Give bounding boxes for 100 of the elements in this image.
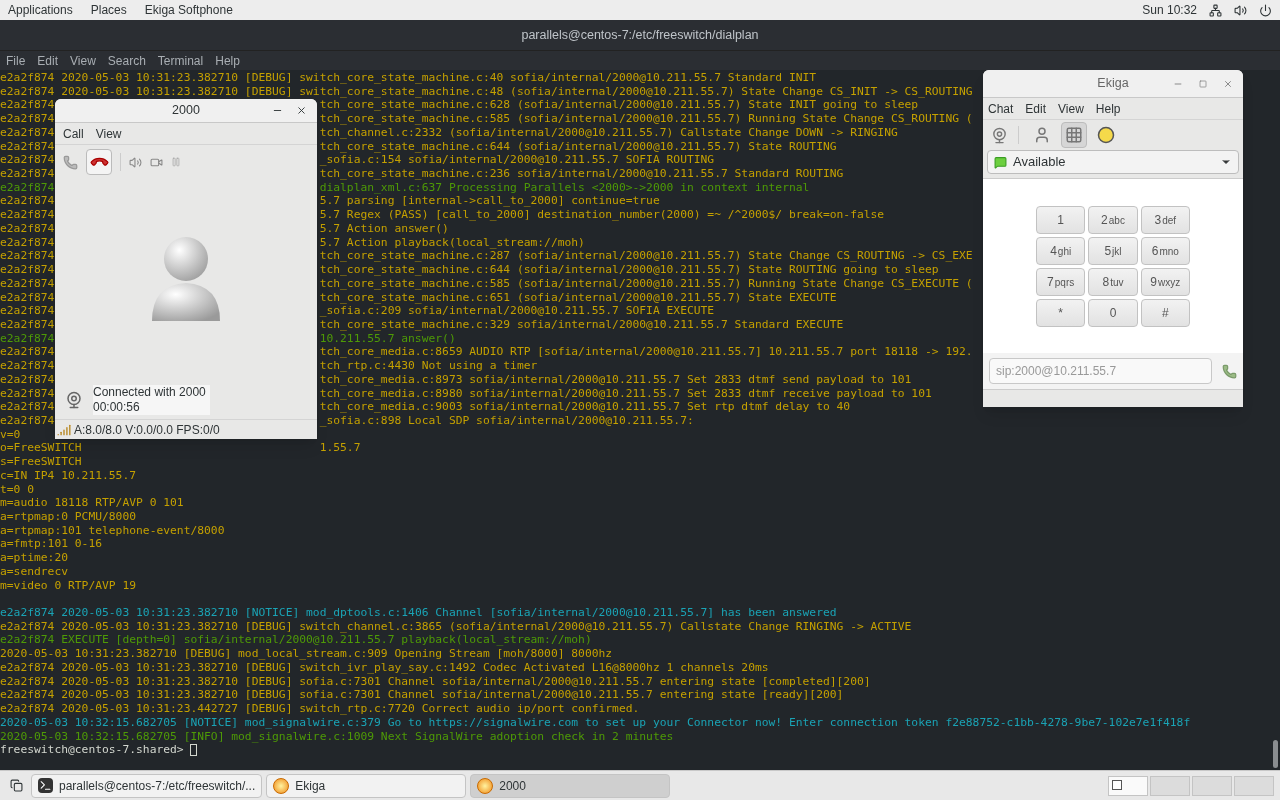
top-menu[interactable]: Places [90, 1, 127, 19]
log-text: _sofia.c:209 sofia/internal/2000@10.211.55.7 SOFIA EXECUTE [319, 304, 715, 318]
close-icon[interactable] [296, 105, 307, 116]
menu-item[interactable]: View [1058, 99, 1084, 118]
menu-item[interactable]: View [70, 51, 96, 70]
log-text: e2a2f874 [0, 413, 55, 427]
log-text: e2a2f874 [0, 112, 55, 126]
keypad-key[interactable]: 6mno [1140, 236, 1190, 265]
show-desktop-icon[interactable] [10, 779, 23, 792]
log-text: e2a2f874 2020-05-03 10:31:23.382710 [DEBUG] switch_ivr_play_say.c:1492 Codec Activated L16@8000hz 1 channels 20ms [0, 660, 769, 674]
log-text: e2a2f874 2020-05-03 10:31:23.382710 [DEBUG] switch_core_state_machine.c:48 (sofia/internal/2000@10.211.55.7) State Change CS_INIT -> CS_ROUTING [0, 84, 973, 98]
terminal-icon [38, 778, 53, 793]
keypad-key[interactable]: 2abc [1088, 205, 1138, 234]
phone-icon[interactable] [63, 154, 78, 170]
log-text: e2a2f874 2020-05-03 10:31:23.382710 [DEBUG] switch_core_state_machine.c:40 sofia/internal/2000@10.211.55.7 Standard INIT [0, 71, 817, 84]
log-text: dialplan_xml.c:637 Processing Parallels <2000>->2000 in context internal [319, 180, 810, 195]
keypad-key[interactable]: 7pqrs [1036, 267, 1086, 296]
keypad-key[interactable]: # [1140, 298, 1190, 327]
hang-up-button[interactable] [86, 149, 112, 175]
scrollbar-thumb[interactable] [1273, 740, 1278, 768]
menu-item[interactable]: Chat [988, 99, 1014, 118]
presence-dropdown[interactable]: Available [987, 150, 1239, 174]
log-text: e2a2f874 [0, 263, 55, 277]
clock-text[interactable]: Sun 10:32 [1142, 1, 1197, 19]
call-icon[interactable] [1222, 363, 1237, 379]
log-text: tch_core_state_machine.c:651 (sofia/internal/2000@10.211.55.7) State EXECUTE [319, 290, 837, 305]
menu-item[interactable]: Edit [1025, 99, 1047, 118]
keypad-key[interactable]: 3def [1140, 205, 1190, 234]
log-text: a=rtpmap:0 PCMU/8000 [0, 510, 137, 523]
keypad-key[interactable]: 5jkl [1088, 236, 1138, 265]
window-title: 2000 [172, 102, 200, 120]
log-text: e2a2f874 [0, 98, 55, 112]
status-text: Connected with 2000 [93, 385, 206, 400]
workspace-thumbnail[interactable] [1108, 775, 1148, 796]
menu-item[interactable]: Search [107, 51, 146, 70]
log-text: e2a2f874 EXECUTE [depth=0] sofia/internal/2000@10.211.55.7 playback(local_stream://moh) [0, 633, 592, 647]
ekiga-logo-icon [477, 777, 494, 794]
log-text: tch_core_media.c:8659 AUDIO RTP [sofia/internal/2000@10.211.55.7] 10.211.55.7 port 18118 -> 192. [319, 345, 973, 360]
log-text: 1.55.7 [319, 441, 361, 456]
keypad-key[interactable]: 8tuv [1088, 267, 1138, 296]
log-text: v=0 [0, 427, 21, 441]
log-text: e2a2f874 [0, 221, 55, 235]
log-text: m=audio 18118 RTP/AVP 0 101 [0, 496, 184, 510]
log-text: e2a2f874 [0, 194, 55, 208]
log-text: 2020-05-03 10:32:15.682705 [INFO] mod_signalwire.c:1009 Next SignalWire adoption check in 2 minutes [0, 729, 674, 743]
log-text: e2a2f874 [0, 208, 55, 222]
keypad-key[interactable]: 1 [1036, 205, 1086, 234]
menu-item[interactable]: Help [215, 51, 240, 70]
chat-bubble-icon [994, 155, 1007, 169]
workspace-thumbnail[interactable] [1234, 775, 1274, 796]
text-cursor [190, 744, 198, 757]
network-icon[interactable] [1209, 3, 1222, 17]
log-text: o=FreeSWITCH [0, 441, 82, 455]
log-text: e2a2f874 2020-05-03 10:31:23.382710 [DEBUG] sofia.c:7301 Channel sofia/internal/2000@10.211.55.7 entering state [completed][200] [0, 674, 871, 688]
speaker-icon[interactable] [129, 155, 142, 169]
log-text: e2a2f874 2020-05-03 10:31:23.382710 [NOTICE] mod_dptools.c:1406 Channel [sofia/internal/2000@10.211.55.7] has been answered [0, 606, 837, 620]
volume-icon[interactable] [1234, 3, 1247, 17]
log-text: tch_core_media.c:8980 sofia/internal/2000@10.211.55.7 Set 2833 dtmf receive payload to 101 [319, 386, 932, 401]
top-menu[interactable]: Applications [8, 1, 73, 19]
menu-item[interactable]: View [95, 124, 122, 143]
menu-item[interactable]: Edit [37, 51, 59, 70]
log-text: 5.7 Action playback(local_stream://moh) [319, 235, 585, 250]
log-text: c=IN IP4 10.211.55.7 [0, 468, 137, 482]
keypad-key[interactable]: 0 [1088, 298, 1138, 327]
view-toggle[interactable] [1061, 122, 1087, 148]
menu-item[interactable]: Help [1095, 99, 1121, 118]
webcam-icon [65, 391, 83, 409]
workspace-thumbnail[interactable] [1192, 775, 1232, 796]
power-icon[interactable] [1259, 3, 1272, 17]
keypad-key[interactable]: 4ghi [1036, 236, 1086, 265]
webcam-icon[interactable] [991, 126, 1008, 144]
log-text: tch_core_media.c:9003 sofia/internal/2000@10.211.55.7 Set rtp dtmf delay to 40 [319, 400, 851, 414]
log-text: tch_core_state_machine.c:585 (sofia/internal/2000@10.211.55.7) Running State Change CS_ROUTING ( [319, 112, 973, 126]
menu-item[interactable]: Call [63, 124, 84, 143]
window-title: parallels@centos-7:/etc/freeswitch/dialplan [521, 26, 759, 44]
log-text: a=fmtp:101 0-16 [0, 537, 103, 551]
keypad-key[interactable]: * [1036, 298, 1086, 327]
log-text: e2a2f874 [0, 400, 55, 414]
log-text: e2a2f874 [0, 139, 55, 153]
taskbar-button[interactable]: 2000 [470, 773, 671, 798]
menu-item[interactable]: File [6, 51, 26, 70]
top-menu[interactable]: Ekiga Softphone [144, 1, 233, 19]
log-text: tch_core_state_machine.c:644 (sofia/internal/2000@10.211.55.7) State ROUTING going to sleep [319, 263, 939, 277]
log-text: e2a2f874 [0, 304, 55, 318]
log-text: e2a2f874 [0, 331, 55, 345]
log-text: e2a2f874 [0, 290, 55, 304]
workspace-thumbnail[interactable] [1150, 775, 1190, 796]
log-text: e2a2f874 [0, 235, 55, 249]
taskbar-button[interactable]: Ekiga [266, 773, 467, 798]
log-text: a=ptime:20 [0, 551, 68, 565]
keypad-key[interactable]: 9wxyz [1140, 267, 1190, 296]
menu-item[interactable]: Terminal [157, 51, 204, 70]
log-text: 5.7 Regex (PASS) [call_to_2000] destination_number(2000) =~ /^2000$/ break=on-false [319, 208, 885, 222]
log-text: tch_core_state_machine.c:628 (sofia/internal/2000@10.211.55.7) State INIT going to sleep [319, 98, 919, 113]
maximize-icon[interactable] [1199, 79, 1207, 88]
window-title: Ekiga [1097, 75, 1129, 93]
address-field[interactable]: sip:2000@10.211.55.7 [989, 358, 1212, 384]
taskbar-button[interactable]: parallels@centos-7:/etc/freeswitch/... [31, 773, 263, 798]
log-text: 2020-05-03 10:31:23.382710 [DEBUG] mod_local_stream.c:909 Opening Stream [moh/8000] 8000hz [0, 647, 613, 661]
log-text: e2a2f874 [0, 372, 55, 386]
